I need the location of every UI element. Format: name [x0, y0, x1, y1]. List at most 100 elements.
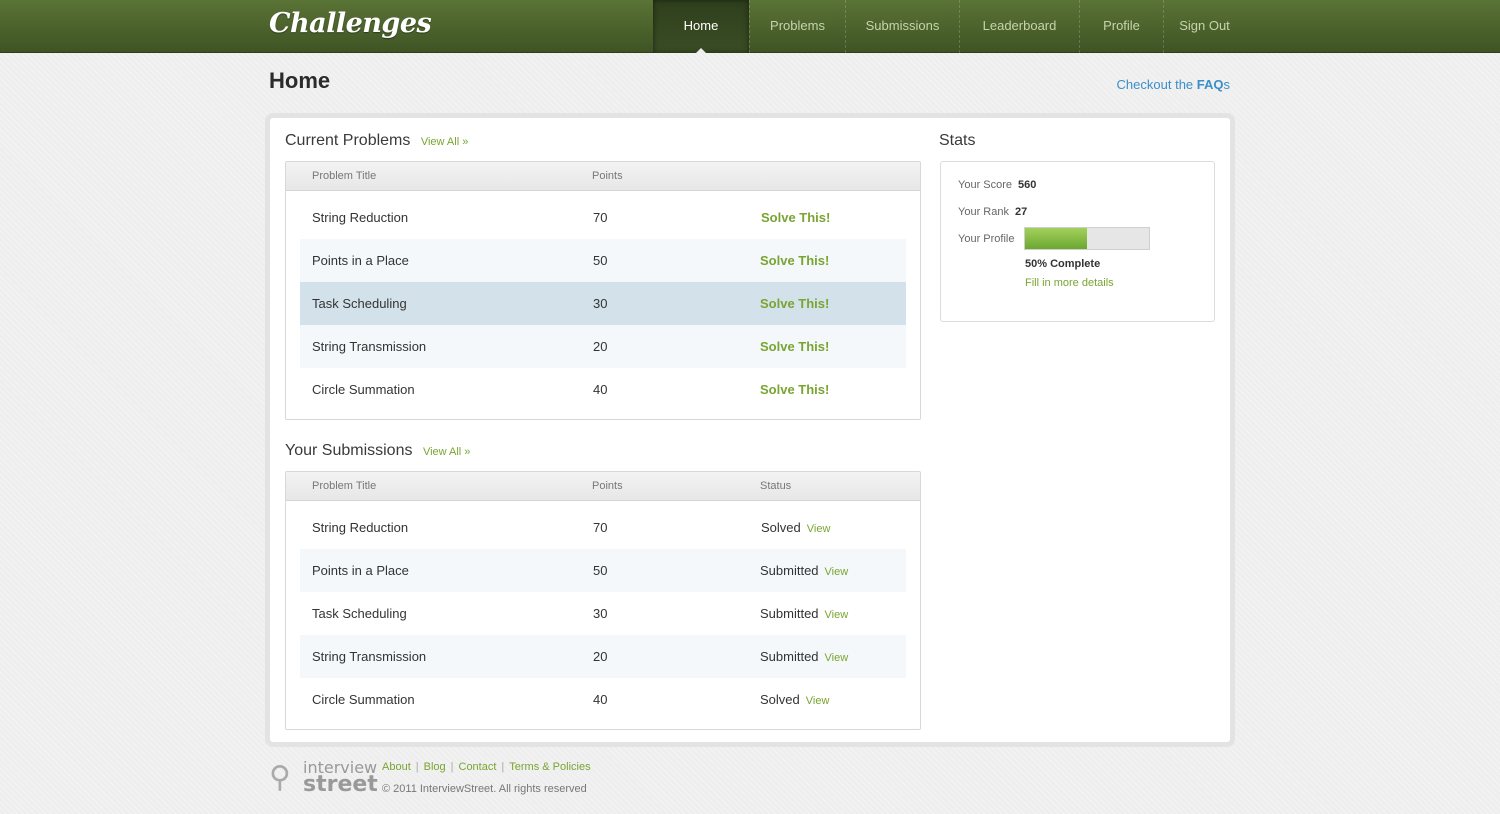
status-text: Submitted: [760, 606, 819, 621]
score-line: Your Score 560: [958, 179, 1036, 191]
current-problems-view-all-link[interactable]: View All »: [421, 136, 469, 148]
view-submission-link[interactable]: View: [807, 523, 831, 535]
solve-this-button[interactable]: Solve This!: [761, 210, 830, 225]
faq-suffix: s: [1223, 77, 1231, 92]
nav-problems[interactable]: Problems: [749, 0, 845, 53]
nav-profile[interactable]: Profile: [1079, 0, 1163, 53]
top-navigation-bar: Challenges Home Problems Submissions Lea…: [0, 0, 1500, 53]
main-panel: Current Problems View All » Problem Titl…: [265, 113, 1235, 747]
problem-title-cell[interactable]: Circle Summation: [312, 382, 415, 397]
table-row: String Transmission 20 Solve This!: [300, 325, 906, 368]
column-header-problem-title: Problem Title: [312, 480, 377, 492]
nav-submissions-label: Submissions: [865, 18, 940, 33]
problem-title-cell[interactable]: Points in a Place: [312, 253, 409, 268]
problem-title-cell[interactable]: Task Scheduling: [312, 296, 407, 311]
fill-more-details-link[interactable]: Fill in more details: [1025, 277, 1114, 289]
submissions-title: Your Submissions: [285, 442, 413, 459]
nav-leaderboard[interactable]: Leaderboard: [959, 0, 1079, 53]
divider: |: [450, 761, 454, 773]
table-header: Problem Title Points: [286, 162, 920, 191]
score-value: 560: [1018, 179, 1037, 191]
profile-label: Your Profile: [958, 233, 1015, 245]
table-row-highlighted: Task Scheduling 30 Solve This!: [300, 282, 906, 325]
faq-link[interactable]: Checkout the FAQs: [1117, 77, 1230, 92]
status-cell: Solved View: [760, 692, 829, 707]
nav-submissions[interactable]: Submissions: [845, 0, 959, 53]
points-cell: 50: [593, 563, 608, 578]
view-submission-link[interactable]: View: [806, 695, 830, 707]
solve-this-button[interactable]: Solve This!: [760, 339, 829, 354]
solve-this-button[interactable]: Solve This!: [760, 296, 829, 311]
logo-line2: street: [303, 772, 378, 797]
nav-sign-out[interactable]: Sign Out: [1163, 0, 1245, 53]
status-cell: Submitted View: [760, 563, 848, 578]
nav-problems-label: Problems: [770, 18, 825, 33]
signpost-icon: ⚲: [269, 760, 291, 795]
points-cell: 20: [593, 339, 608, 354]
footer-link-about[interactable]: About: [382, 761, 411, 773]
rank-line: Your Rank 27: [958, 206, 1027, 218]
solve-this-button[interactable]: Solve This!: [760, 382, 829, 397]
table-row: String Reduction 70 Solved View: [300, 506, 906, 549]
view-submission-link[interactable]: View: [825, 566, 849, 578]
divider: |: [415, 761, 419, 773]
table-row: String Transmission 20 Submitted View: [300, 635, 906, 678]
status-text: Submitted: [760, 649, 819, 664]
nav-sign-out-label: Sign Out: [1179, 18, 1230, 33]
view-submission-link[interactable]: View: [825, 609, 849, 621]
copyright: © 2011 InterviewStreet. All rights reser…: [382, 783, 587, 795]
points-cell: 30: [593, 296, 608, 311]
problem-title-cell[interactable]: Points in a Place: [312, 563, 409, 578]
column-header-status: Status: [760, 480, 792, 492]
problem-title-cell[interactable]: Task Scheduling: [312, 606, 407, 621]
problem-title-cell[interactable]: String Transmission: [312, 339, 426, 354]
status-text: Solved: [760, 692, 800, 707]
status-cell: Submitted View: [760, 606, 848, 621]
table-row: Task Scheduling 30 Submitted View: [300, 592, 906, 635]
status-cell: Submitted View: [760, 649, 848, 664]
faq-prefix: Checkout the: [1116, 77, 1197, 92]
footer-links: About | Blog | Contact | Terms & Policies: [382, 761, 591, 773]
faq-strong: FAQ: [1196, 77, 1224, 92]
status-text: Submitted: [760, 563, 819, 578]
table-row: String Reduction 70 Solve This!: [300, 196, 906, 239]
points-cell: 50: [593, 253, 608, 268]
score-label: Your Score: [958, 179, 1013, 191]
points-cell: 70: [593, 210, 608, 225]
table-row: Points in a Place 50 Submitted View: [300, 549, 906, 592]
problem-title-cell[interactable]: String Reduction: [312, 210, 408, 225]
column-header-problem-title: Problem Title: [312, 170, 377, 182]
column-header-points: Points: [592, 170, 623, 182]
nav-leaderboard-label: Leaderboard: [982, 18, 1057, 33]
problem-title-cell[interactable]: String Reduction: [312, 520, 408, 535]
footer-link-blog[interactable]: Blog: [424, 761, 446, 773]
table-row: Circle Summation 40 Solve This!: [300, 368, 906, 411]
current-problems-title: Current Problems: [285, 132, 411, 149]
status-cell: Solved View: [761, 520, 830, 535]
nav-home[interactable]: Home: [653, 0, 749, 53]
table-row: Circle Summation 40 Solved View: [300, 678, 906, 721]
rank-value: 27: [1014, 206, 1028, 218]
stats-title: Stats: [939, 132, 976, 149]
view-submission-link[interactable]: View: [825, 652, 849, 664]
interviewstreet-logo[interactable]: ⚲ interview street: [269, 758, 378, 798]
nav-profile-label: Profile: [1103, 18, 1140, 33]
submissions-view-all-link[interactable]: View All »: [423, 446, 471, 458]
nav-home-label: Home: [683, 18, 719, 33]
table-header: Problem Title Points Status: [286, 472, 920, 501]
challenges-logo[interactable]: Challenges: [269, 8, 432, 39]
footer-link-contact[interactable]: Contact: [459, 761, 497, 773]
profile-complete-text: 50% Complete: [1025, 258, 1101, 270]
status-text: Solved: [761, 520, 801, 535]
problem-title-cell[interactable]: String Transmission: [312, 649, 426, 664]
solve-this-button[interactable]: Solve This!: [760, 253, 829, 268]
problem-title-cell[interactable]: Circle Summation: [312, 692, 415, 707]
table-row: Points in a Place 50 Solve This!: [300, 239, 906, 282]
footer-link-terms[interactable]: Terms & Policies: [509, 761, 590, 773]
current-problems-heading: Current Problems View All »: [285, 132, 468, 150]
rank-label: Your Rank: [958, 206, 1009, 218]
divider: |: [501, 761, 505, 773]
points-cell: 40: [593, 692, 608, 707]
current-problems-table: Problem Title Points String Reduction 70…: [285, 161, 921, 420]
submissions-heading: Your Submissions View All »: [285, 442, 470, 460]
